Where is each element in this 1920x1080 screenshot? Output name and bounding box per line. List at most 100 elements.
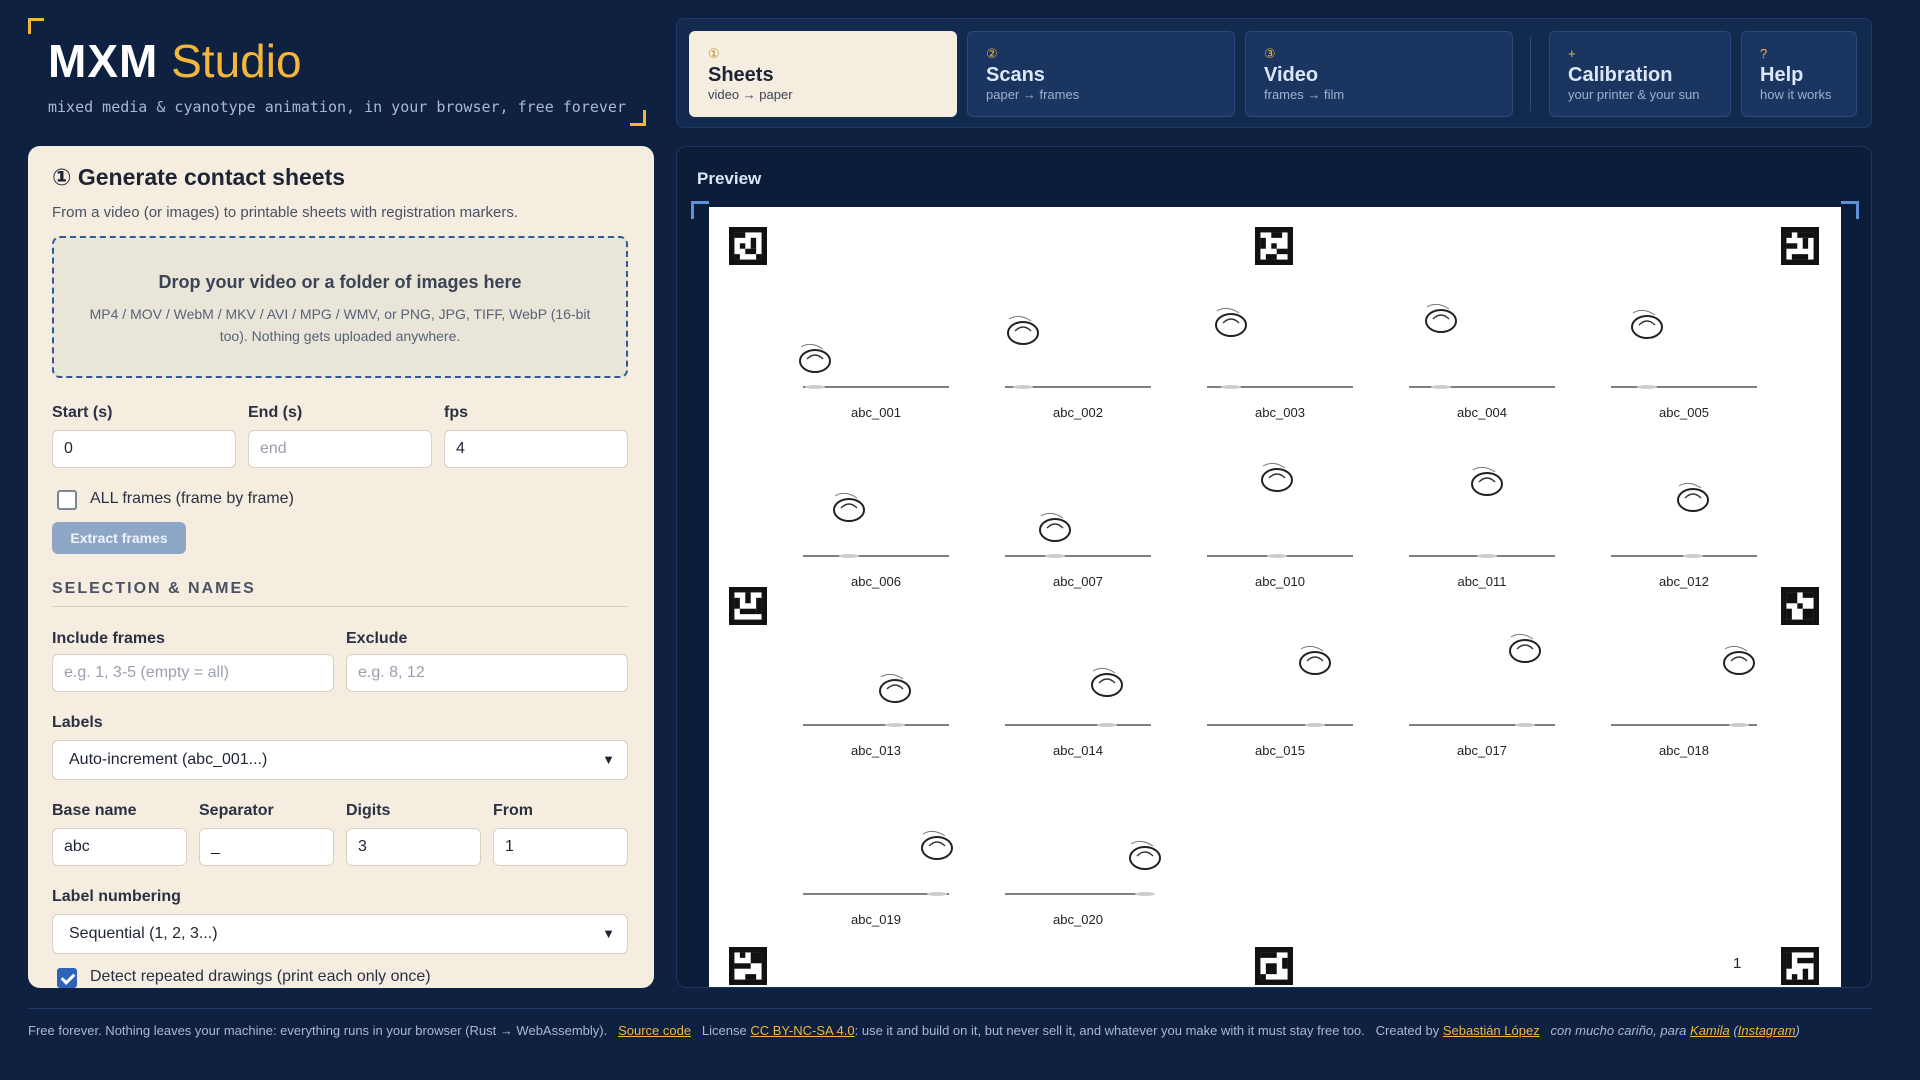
registration-marker [729,947,767,985]
base-name-label: Base name [52,802,137,819]
panel-title: ① Generate contact sheets [52,164,346,190]
frame-thumbnail: abc_004 [1397,279,1567,429]
frame-label: abc_019 [851,912,901,927]
frame-label: abc_011 [1457,574,1507,589]
frame-thumbnail: abc_020 [993,786,1163,936]
preview-panel: Preview 1 abc_001 abc_002 abc_003 abc_00… [676,146,1872,988]
license-link[interactable]: CC BY-NC-SA 4.0 [750,1023,854,1038]
logo-mxm: MXM [48,35,159,87]
source-code-link[interactable]: Source code [618,1023,691,1038]
frame-drawing [1611,309,1757,389]
extract-frames-button[interactable]: Extract frames [52,522,186,554]
step-subtitle: paper → frames [986,87,1080,102]
frame-thumbnail: abc_011 [1397,448,1567,598]
paren-close: ) [1795,1023,1800,1038]
frame-drawing [1005,840,1161,896]
from-label: From [493,802,533,819]
frame-label: abc_006 [851,574,901,589]
base-name-input[interactable]: abc [52,828,187,866]
all-frames-label: ALL frames (frame by frame) [90,490,294,507]
labels-select[interactable]: Auto-increment (abc_001...) ▼ [52,740,628,780]
label-numbering-label: Label numbering [52,888,181,905]
include-label: Include frames [52,630,165,647]
brand-corner-decoration [28,18,44,34]
tab-sheets[interactable]: ① Sheets video → paper [689,31,957,117]
frame-label: abc_013 [851,743,901,758]
labels-select-value: Auto-increment (abc_001...) [69,751,268,768]
frame-label: abc_010 [1255,574,1305,589]
fps-input[interactable]: 4 [444,430,628,468]
frame-thumbnail: abc_006 [791,448,961,598]
frame-label: abc_004 [1457,405,1507,420]
license-terms: : use it and build on it, but never sell… [854,1023,1365,1038]
separator-label: Separator [199,802,274,819]
frame-label: abc_020 [1053,912,1103,927]
frame-label: abc_015 [1255,743,1305,758]
label-numbering-select-value: Sequential (1, 2, 3...) [69,925,218,942]
frame-label: abc_018 [1659,743,1709,758]
include-frames-input[interactable]: e.g. 1, 3-5 (empty = all) [52,654,334,692]
contact-sheets-panel: ① Generate contact sheets From a video (… [28,146,654,988]
label-numbering-select[interactable]: Sequential (1, 2, 3...) ▼ [52,914,628,954]
frame-drawing [1207,307,1353,389]
dedication-text: con mucho cariño, para [1550,1023,1687,1038]
step-name: Help [1760,64,1804,86]
instagram-link[interactable]: Instagram [1738,1023,1796,1038]
step-subtitle: your printer & your sun [1568,87,1700,102]
from-input[interactable]: 1 [493,828,628,866]
step-number: ③ [1264,46,1276,61]
frame-label: abc_005 [1659,405,1709,420]
start-label: Start (s) [52,404,113,421]
step-number: + [1568,46,1576,61]
step-number: ② [986,46,998,61]
start-input[interactable]: 0 [52,430,236,468]
preview-title: Preview [697,169,762,188]
digits-input[interactable]: 3 [346,828,481,866]
chevron-down-icon: ▼ [602,752,615,767]
kamila-link[interactable]: Kamila [1690,1023,1730,1038]
brand-header: MXM Studio mixed media & cyanotype anima… [28,18,648,128]
separator-input[interactable]: _ [199,828,334,866]
step-subtitle: video → paper [708,87,793,102]
frame-label: abc_012 [1659,574,1709,589]
frame-drawing [799,343,949,389]
tab-calibration[interactable]: + Calibration your printer & your sun [1549,31,1731,117]
frame-thumbnail: abc_018 [1599,617,1769,767]
registration-marker [1781,947,1819,985]
app-logo: MXM Studio [48,34,302,88]
frame-drawing [803,830,953,896]
frame-thumbnail: abc_007 [993,448,1163,598]
all-frames-checkbox[interactable] [57,490,77,510]
nav-divider [1530,37,1531,111]
step-subtitle: frames → film [1264,87,1345,102]
registration-marker [1255,947,1293,985]
frame-drawing [1611,482,1757,558]
frame-thumbnail: abc_001 [791,279,961,429]
paren-open: ( [1729,1023,1738,1038]
frame-drawing [1207,462,1353,558]
footer-text: Free forever. Nothing leaves your machin… [28,1023,608,1038]
author-link[interactable]: Sebastián López [1443,1023,1540,1038]
frame-drawing [803,673,949,727]
frame-drawing [1611,645,1757,727]
tab-scans[interactable]: ② Scans paper → frames [967,31,1235,117]
frame-drawing [1005,315,1151,389]
fps-label: fps [444,404,468,421]
exclude-frames-input[interactable]: e.g. 8, 12 [346,654,628,692]
end-input[interactable]: end [248,430,432,468]
frame-thumbnail: abc_014 [993,617,1163,767]
footer-divider [28,1008,1872,1009]
tab-help[interactable]: ? Help how it works [1741,31,1857,117]
step-name: Calibration [1568,64,1673,86]
digits-label: Digits [346,802,391,819]
step-navigation: ① Sheets video → paper ② Scans paper → f… [676,18,1872,128]
drop-formats: MP4 / MOV / WebM / MKV / AVI / MPG / WMV… [89,306,591,344]
tab-video[interactable]: ③ Video frames → film [1245,31,1513,117]
file-drop-zone[interactable]: Drop your video or a folder of images he… [52,236,628,378]
preview-corner-decoration [1841,201,1859,219]
registration-marker [729,587,767,625]
labels-label: Labels [52,714,103,731]
frame-thumbnail: abc_019 [791,786,961,936]
detect-repeated-checkbox[interactable] [57,968,77,988]
frame-drawing [1005,667,1151,727]
